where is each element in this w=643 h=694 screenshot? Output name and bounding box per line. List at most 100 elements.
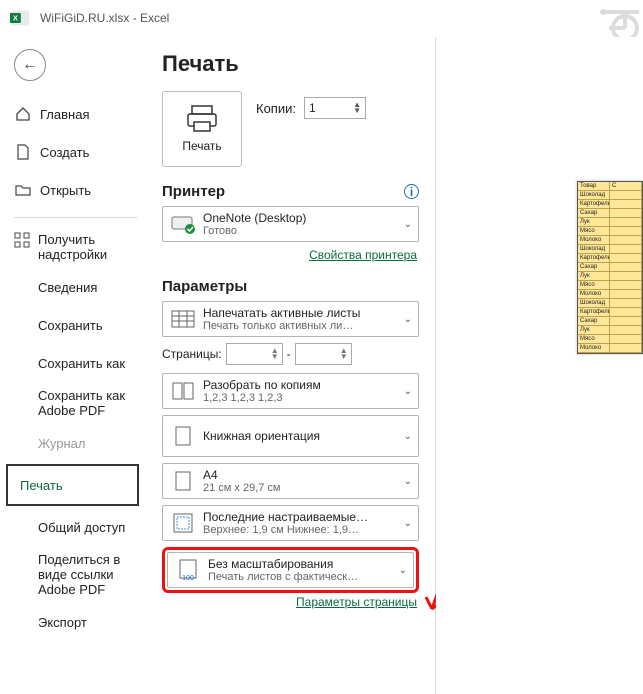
dropdown-line2: Готово — [203, 225, 400, 237]
sidebar-item-saveas[interactable]: Сохранить как — [0, 344, 145, 382]
highlighted-annotation: 100 Без масштабированияПечать листов с ф… — [162, 547, 419, 593]
folder-open-icon — [14, 183, 32, 197]
preview-table-cell — [610, 191, 642, 199]
preview-table-cell: Молоко — [578, 236, 610, 244]
printer-section-heading: Принтер — [162, 183, 225, 200]
preview-table-cell — [610, 344, 642, 352]
sidebar-item-export[interactable]: Экспорт — [0, 603, 145, 641]
sidebar-label: Получить надстройки — [38, 232, 135, 262]
preview-table-cell: Мясо — [578, 227, 610, 235]
preview-table-cell — [610, 218, 642, 226]
sidebar-item-share-pdf-link[interactable]: Поделиться в виде ссылки Adobe PDF — [0, 546, 145, 603]
info-icon[interactable]: i — [404, 184, 419, 199]
arrow-left-icon: ← — [22, 57, 38, 73]
preview-table-cell: Мясо — [578, 281, 610, 289]
collate-icon — [169, 382, 197, 400]
addins-icon — [14, 232, 30, 248]
chevron-down-icon: ⌄ — [404, 386, 412, 397]
preview-table-cell — [610, 299, 642, 307]
sidebar-item-share[interactable]: Общий доступ — [0, 508, 145, 546]
svg-text:100: 100 — [182, 575, 194, 581]
print-what-select[interactable]: Напечатать активные листыПечать только а… — [162, 301, 419, 337]
chevron-down-icon: ⌄ — [404, 431, 412, 442]
titlebar: X WiFiGiD.RU.xlsx - Excel — [0, 0, 643, 37]
sidebar-label: Экспорт — [38, 615, 87, 630]
chevron-down-icon: ⌄ — [399, 565, 407, 576]
sidebar-item-info[interactable]: Сведения — [0, 268, 145, 306]
dropdown-line1: Последние настраиваемые… — [203, 510, 400, 524]
svg-text:X: X — [13, 14, 18, 23]
sidebar-item-saveas-pdf[interactable]: Сохранить как Adobe PDF — [0, 382, 145, 424]
preview-table-cell: Мясо — [578, 335, 610, 343]
preview-table-cell — [610, 245, 642, 253]
margins-select[interactable]: Последние настраиваемые…Верхнее: 1,9 см … — [162, 505, 419, 541]
sidebar-item-open[interactable]: Открыть — [0, 171, 145, 209]
preview-table-cell — [610, 227, 642, 235]
copies-value: 1 — [309, 101, 316, 115]
preview-table-cell — [610, 209, 642, 217]
preview-table-cell: Сахар — [578, 209, 610, 217]
sidebar-label: Создать — [40, 145, 89, 160]
sidebar-item-save[interactable]: Сохранить — [0, 306, 145, 344]
printer-properties-link[interactable]: Свойства принтера — [162, 248, 417, 262]
paper-size-select[interactable]: A421 см x 29,7 см ⌄ — [162, 463, 419, 499]
printer-select[interactable]: OneNote (Desktop)Готово ⌄ — [162, 206, 419, 242]
printer-icon — [186, 105, 218, 133]
orientation-select[interactable]: Книжная ориентация ⌄ — [162, 415, 419, 457]
sidebar-label: Сохранить как — [38, 356, 125, 371]
spinner-icon: ▲▼ — [271, 348, 279, 360]
dropdown-line2: 21 см x 29,7 см — [203, 482, 400, 494]
collate-select[interactable]: Разобрать по копиям1,2,3 1,2,3 1,2,3 ⌄ — [162, 373, 419, 409]
spinner-icon: ▲▼ — [340, 348, 348, 360]
preview-table-cell — [610, 254, 642, 262]
dropdown-line2: Верхнее: 1,9 см Нижнее: 1,9… — [203, 524, 400, 536]
active-sheets-icon — [169, 310, 197, 328]
sidebar-item-addins[interactable]: Получить надстройки — [0, 226, 145, 268]
scaling-select[interactable]: 100 Без масштабированияПечать листов с ф… — [167, 552, 414, 588]
spinner-icon: ▲▼ — [353, 102, 361, 114]
dropdown-line2: 1,2,3 1,2,3 1,2,3 — [203, 392, 400, 404]
preview-table-cell: Шоколад — [578, 299, 610, 307]
dropdown-line1: A4 — [203, 468, 400, 482]
sidebar-label: Сведения — [38, 280, 97, 295]
page-title: Печать — [162, 51, 419, 77]
page-from-input[interactable]: ▲▼ — [226, 343, 283, 365]
sidebar-item-history: Журнал — [0, 424, 145, 462]
preview-table-cell — [610, 308, 642, 316]
page-icon — [169, 471, 197, 491]
preview-table-header: Товар — [578, 182, 610, 190]
print-button[interactable]: Печать — [162, 91, 242, 167]
sidebar-item-home[interactable]: Главная — [0, 95, 145, 133]
portrait-orientation-icon — [169, 426, 197, 446]
preview-table-cell — [610, 263, 642, 271]
preview-table-cell: Лук — [578, 272, 610, 280]
back-button[interactable]: ← — [14, 49, 46, 81]
sidebar-label: Общий доступ — [38, 520, 125, 535]
page-setup-link[interactable]: Параметры страницы — [162, 595, 417, 609]
preview-table-cell — [610, 236, 642, 244]
page-to-input[interactable]: ▲▼ — [295, 343, 352, 365]
dropdown-line1: OneNote (Desktop) — [203, 211, 400, 225]
sidebar-label: Сохранить как Adobe PDF — [38, 388, 135, 418]
window-title: WiFiGiD.RU.xlsx - Excel — [40, 11, 169, 25]
sidebar-item-new[interactable]: Создать — [0, 133, 145, 171]
sidebar-label: Журнал — [38, 436, 85, 451]
sidebar-item-print[interactable]: Печать — [6, 464, 139, 506]
preview-table-cell: Шоколад — [578, 191, 610, 199]
preview-table-cell — [610, 335, 642, 343]
params-section-heading: Параметры — [162, 278, 247, 295]
preview-table-cell: Молоко — [578, 290, 610, 298]
print-preview-area: ТоварСШоколадКартофельСахарЛукМясоМолоко… — [436, 37, 643, 694]
backstage-sidebar: ← Главная Создать Открыть Получить надст… — [0, 37, 146, 694]
preview-table-cell: Шоколад — [578, 245, 610, 253]
copies-input[interactable]: 1 ▲▼ — [304, 97, 366, 119]
dropdown-line1: Напечатать активные листы — [203, 306, 400, 320]
preview-table-cell — [610, 317, 642, 325]
sidebar-separator — [14, 217, 137, 218]
sidebar-label: Открыть — [40, 183, 91, 198]
preview-table-cell: Сахар — [578, 263, 610, 271]
dropdown-line1: Разобрать по копиям — [203, 378, 400, 392]
chevron-down-icon: ⌄ — [404, 314, 412, 325]
excel-icon: X — [10, 8, 30, 28]
sidebar-label: Главная — [40, 107, 89, 122]
